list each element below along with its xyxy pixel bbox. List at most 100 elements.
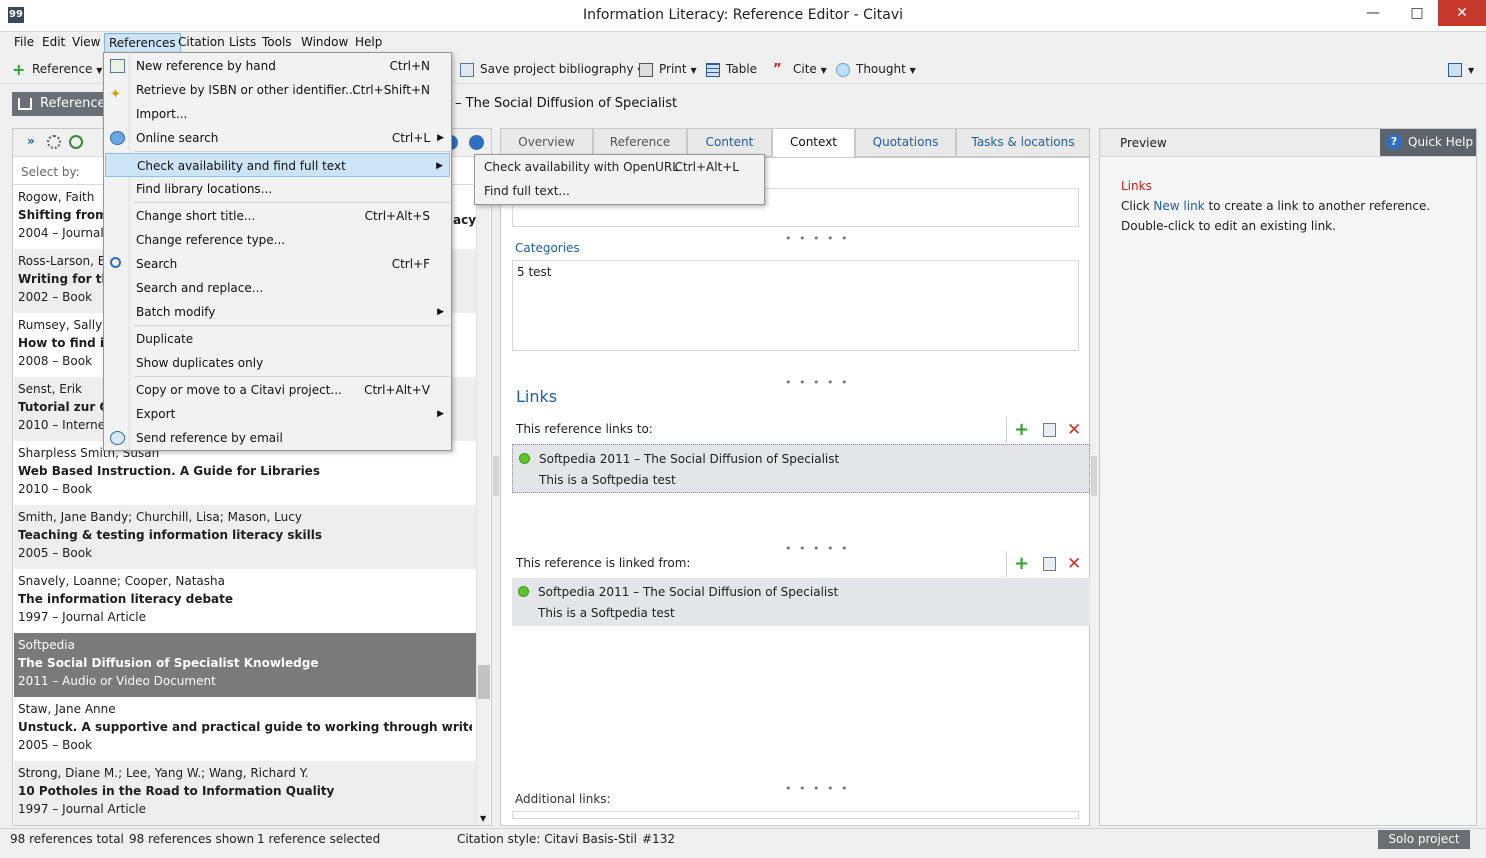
tab-reference[interactable]: Reference — [593, 128, 687, 157]
save-bib-label: Save project bibliography — [480, 62, 634, 76]
menu-tools[interactable]: Tools — [262, 35, 292, 49]
list-item-title: Teaching & testing information literacy … — [18, 528, 323, 542]
add-link-icon[interactable]: + — [1014, 553, 1029, 574]
menu-citation[interactable]: Citation — [178, 35, 225, 49]
menu-file[interactable]: File — [14, 35, 34, 49]
menu-label: Duplicate — [136, 332, 194, 346]
chevron-down-icon: ▼ — [820, 66, 827, 75]
link-from-item[interactable]: Softpedia 2011 – The Social Diffusion of… — [512, 578, 1090, 626]
new-link-link[interactable]: New link — [1153, 199, 1204, 213]
menu-shortcut: Ctrl+Alt+S — [364, 209, 430, 223]
resize-grip[interactable]: • • • • • — [785, 782, 849, 795]
menu-label: Online search — [136, 131, 219, 145]
menu-import[interactable]: Import... — [105, 102, 450, 126]
gear-icon[interactable] — [47, 135, 61, 149]
list-item[interactable]: Softpedia The Social Diffusion of Special… — [14, 633, 476, 697]
new-reference-button[interactable]: + Reference ▼ — [12, 61, 102, 77]
menu-new-reference[interactable]: New reference by hand Ctrl+N — [105, 54, 450, 78]
list-scrollbar[interactable]: ▼ — [476, 185, 490, 825]
edit-link-icon[interactable] — [1043, 423, 1056, 437]
link-from-title: Softpedia 2011 – The Social Diffusion of… — [538, 585, 839, 599]
submenu-arrow-icon: ▶ — [436, 161, 443, 171]
double-chevron-icon[interactable]: » — [27, 134, 35, 148]
menu-online-search[interactable]: Online search Ctrl+L ▶ — [105, 126, 450, 150]
menu-change-short-title[interactable]: Change short title... Ctrl+Alt+S — [105, 204, 450, 228]
menu-search[interactable]: Search Ctrl+F — [105, 252, 450, 276]
scroll-down-icon[interactable]: ▼ — [480, 814, 486, 823]
solo-project-badge[interactable]: Solo project — [1378, 830, 1470, 849]
tab-tasks-locations[interactable]: Tasks & locations — [956, 128, 1090, 157]
list-item[interactable]: Staw, Jane Anne Unstuck. A supportive and… — [14, 697, 476, 761]
layout-toggle-button[interactable]: ▼ — [1448, 62, 1474, 77]
menu-retrieve-isbn[interactable]: ✦ Retrieve by ISBN or other identifier...… — [105, 78, 450, 102]
references-nav-button[interactable]: References — [12, 92, 112, 116]
menu-references[interactable]: References — [104, 33, 181, 53]
list-item-meta: 2005 – Book — [18, 546, 93, 560]
link-to-item[interactable]: Softpedia 2011 – The Social Diffusion of… — [512, 444, 1090, 493]
resize-grip[interactable]: • • • • • — [785, 542, 849, 555]
menu-bar: File Edit View References Citation Lists… — [0, 32, 1486, 54]
status-citation-style[interactable]: Citation style: Citavi Basis-Stil — [457, 832, 637, 846]
cite-button[interactable]: ” Cite ▼ — [773, 62, 827, 77]
splitter-handle[interactable] — [493, 456, 499, 496]
lightbulb-icon — [836, 62, 850, 77]
menu-duplicate[interactable]: Duplicate — [105, 327, 450, 351]
reference-title: – The Social Diffusion of Specialist — [455, 96, 678, 111]
scrollbar-thumb[interactable] — [478, 665, 490, 699]
tab-content[interactable]: Content — [687, 128, 772, 157]
delete-link-icon[interactable]: ✕ — [1067, 420, 1081, 440]
magic-wand-icon: ✦ — [110, 87, 121, 102]
splitter-handle[interactable] — [1091, 456, 1097, 496]
email-icon — [110, 431, 125, 445]
categories-field[interactable]: 5 test — [512, 260, 1079, 351]
menu-find-full-text[interactable]: Find full text... — [476, 179, 763, 203]
search-icon — [110, 257, 121, 268]
list-item[interactable]: Strong, Diane M.; Lee, Yang W.; Wang, Ri… — [14, 761, 476, 825]
quick-help-button[interactable]: ? Quick Help — [1380, 129, 1476, 156]
tab-context[interactable]: Context — [772, 128, 855, 158]
delete-link-icon[interactable]: ✕ — [1067, 554, 1081, 574]
menu-copy-move[interactable]: Copy or move to a Citavi project... Ctrl+… — [105, 378, 450, 402]
menu-send-email[interactable]: Send reference by email — [105, 426, 450, 450]
print-button[interactable]: Print ▼ — [639, 62, 697, 77]
context-panel: • • • • • Categories 5 test • • • • • Li… — [500, 157, 1090, 826]
history-icon[interactable] — [69, 135, 83, 149]
chevron-down-icon: ▼ — [690, 66, 697, 75]
menu-export[interactable]: Export ▶ — [105, 402, 450, 426]
menu-edit[interactable]: Edit — [42, 35, 65, 49]
menu-window[interactable]: Window — [301, 35, 348, 49]
menu-search-replace[interactable]: Search and replace... — [105, 276, 450, 300]
menu-separator — [134, 151, 450, 152]
save-bibliography-button[interactable]: Save project bibliography ▼ — [460, 62, 644, 77]
menu-change-reference-type[interactable]: Change reference type... — [105, 228, 450, 252]
menu-check-openurl[interactable]: Check availability with OpenURL Ctrl+Alt+… — [476, 155, 763, 179]
books-icon — [18, 98, 32, 110]
resize-grip[interactable]: • • • • • — [785, 376, 849, 389]
status-dot-icon — [518, 586, 529, 597]
menu-help[interactable]: Help — [355, 35, 382, 49]
tab-quotations[interactable]: Quotations — [855, 128, 956, 157]
menu-find-library[interactable]: Find library locations... — [105, 177, 450, 201]
menu-label: Show duplicates only — [136, 356, 264, 370]
thought-button[interactable]: Thought ▼ — [836, 62, 916, 77]
maximize-icon[interactable]: □ — [1400, 0, 1434, 26]
table-button[interactable]: Table — [706, 62, 757, 77]
list-item[interactable]: Snavely, Loanne; Cooper, Natasha The info… — [14, 569, 476, 633]
resize-grip[interactable]: • • • • • — [785, 232, 849, 245]
list-item[interactable]: Smith, Jane Bandy; Churchill, Lisa; Maso… — [14, 505, 476, 569]
menu-show-duplicates[interactable]: Show duplicates only — [105, 351, 450, 375]
close-icon[interactable]: ✕ — [1438, 0, 1486, 26]
submenu-arrow-icon: ▶ — [437, 133, 444, 143]
print-label: Print — [659, 62, 687, 76]
menu-check-availability[interactable]: Check availability and find full text ▶ — [105, 153, 450, 177]
menu-batch-modify[interactable]: Batch modify ▶ — [105, 300, 450, 324]
menu-lists[interactable]: Lists — [229, 35, 256, 49]
tab-overview[interactable]: Overview — [500, 128, 593, 157]
minimize-icon[interactable]: — — [1356, 0, 1390, 26]
chevron-down-icon: ▼ — [909, 66, 916, 75]
additional-links-field[interactable] — [512, 811, 1079, 819]
edit-link-icon[interactable] — [1043, 557, 1056, 571]
forward-icon[interactable] — [469, 135, 484, 150]
add-link-icon[interactable]: + — [1014, 419, 1029, 440]
menu-view[interactable]: View — [72, 35, 100, 49]
